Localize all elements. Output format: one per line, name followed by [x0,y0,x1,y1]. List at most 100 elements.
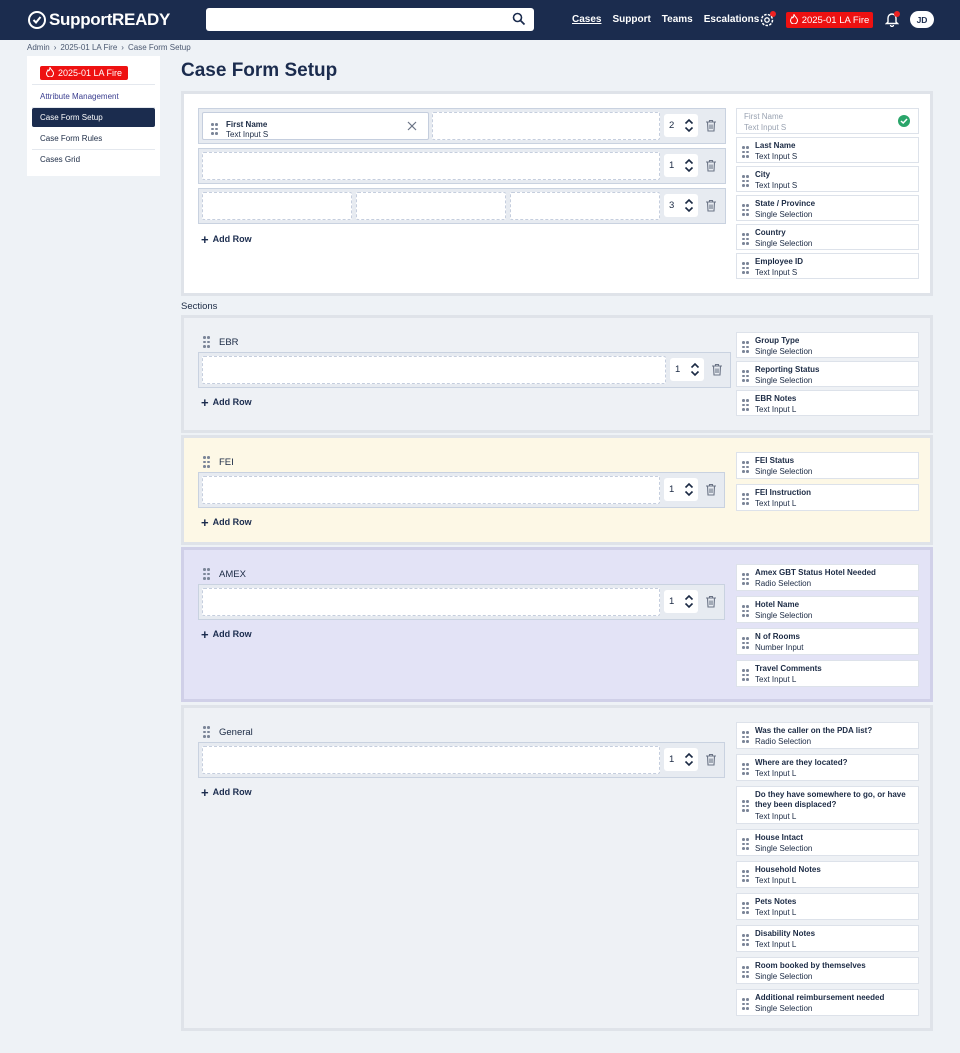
sidebar-item-attribute-management[interactable]: Attribute Management [32,87,155,106]
drag-handle-icon[interactable] [742,399,750,411]
column-count-stepper[interactable]: 1 [670,358,704,381]
column-count-stepper[interactable]: 1 [664,478,698,501]
user-avatar[interactable]: JD [910,11,934,28]
column-count-stepper[interactable]: 1 [664,154,698,177]
drag-handle-icon[interactable] [742,341,750,353]
available-field[interactable]: FEI Instruction Text Input L [736,484,919,511]
empty-slot[interactable] [202,476,660,504]
drag-handle-icon[interactable] [742,998,750,1010]
sidebar-item-case-form-rules[interactable]: Case Form Rules [32,129,155,148]
column-count-stepper[interactable]: 1 [664,748,698,771]
empty-slot[interactable] [202,588,660,616]
drag-handle-icon[interactable] [203,336,211,348]
drag-handle-icon[interactable] [742,493,750,505]
trash-icon[interactable] [711,363,723,378]
field-slot[interactable]: First Name Text Input S [202,112,429,140]
drag-handle-icon[interactable] [742,370,750,382]
available-field[interactable]: Reporting Status Single Selection [736,361,919,387]
available-field[interactable]: Disability Notes Text Input L [736,925,919,952]
section-title[interactable]: EBR [219,337,239,348]
search-icon[interactable] [512,12,526,28]
available-field[interactable]: House Intact Single Selection [736,829,919,856]
form-row[interactable]: 1 [198,742,725,778]
drag-handle-icon[interactable] [742,902,750,914]
form-row[interactable]: First Name Text Input S 2 [198,108,726,144]
empty-slot[interactable] [202,356,666,384]
trash-icon[interactable] [705,159,717,174]
add-row-button[interactable]: + Add Row [201,233,252,246]
sidebar-event-badge[interactable]: 2025-01 LA Fire [40,65,128,80]
drag-handle-icon[interactable] [742,461,750,473]
add-row-button[interactable]: + Add Row [201,396,252,409]
drag-handle-icon[interactable] [742,146,750,158]
section-title[interactable]: FEI [219,457,234,468]
available-field[interactable]: Country Single Selection [736,224,919,250]
nav-support[interactable]: Support [612,14,650,25]
drag-handle-icon[interactable] [211,123,219,135]
drag-handle-icon[interactable] [742,800,750,812]
drag-handle-icon[interactable] [742,175,750,187]
add-row-button[interactable]: + Add Row [201,628,252,641]
empty-slot[interactable] [202,192,352,220]
trash-icon[interactable] [705,199,717,214]
drag-handle-icon[interactable] [742,573,750,585]
available-field[interactable]: Was the caller on the PDA list? Radio Se… [736,722,919,749]
drag-handle-icon[interactable] [742,934,750,946]
available-field[interactable]: Last Name Text Input S [736,137,919,163]
add-row-button[interactable]: + Add Row [201,786,252,799]
drag-handle-icon[interactable] [742,966,750,978]
available-field[interactable]: Household Notes Text Input L [736,861,919,888]
drag-handle-icon[interactable] [742,262,750,274]
drag-handle-icon[interactable] [742,763,750,775]
form-row[interactable]: 1 [198,352,731,388]
available-field[interactable]: Do they have somewhere to go, or have th… [736,786,919,824]
empty-slot[interactable] [510,192,660,220]
drag-handle-icon[interactable] [742,838,750,850]
available-field[interactable]: Amex GBT Status Hotel Needed Radio Selec… [736,564,919,591]
gear-icon[interactable] [759,12,775,30]
available-field[interactable]: State / Province Single Selection [736,195,919,221]
drag-handle-icon[interactable] [203,568,211,580]
empty-slot[interactable] [356,192,506,220]
trash-icon[interactable] [705,119,717,134]
available-field[interactable]: FEI Status Single Selection [736,452,919,479]
form-row[interactable]: 1 [198,584,725,620]
add-row-button[interactable]: + Add Row [201,516,252,529]
form-row[interactable]: 1 [198,472,725,508]
drag-handle-icon[interactable] [203,456,211,468]
nav-cases[interactable]: Cases [572,14,601,25]
column-count-stepper[interactable]: 3 [664,194,698,217]
drag-handle-icon[interactable] [742,233,750,245]
close-icon[interactable] [407,121,417,133]
drag-handle-icon[interactable] [742,204,750,216]
empty-slot[interactable] [202,746,660,774]
form-row[interactable]: 1 [198,148,726,184]
available-field[interactable]: Hotel Name Single Selection [736,596,919,623]
empty-slot[interactable] [432,112,660,140]
available-field[interactable]: Travel Comments Text Input L [736,660,919,687]
available-field[interactable]: Where are they located? Text Input L [736,754,919,781]
breadcrumb-admin[interactable]: Admin [27,43,50,52]
drag-handle-icon[interactable] [742,870,750,882]
available-field[interactable]: Pets Notes Text Input L [736,893,919,920]
sidebar-item-case-form-setup[interactable]: Case Form Setup [32,108,155,127]
available-field[interactable]: Group Type Single Selection [736,332,919,358]
drag-handle-icon[interactable] [742,731,750,743]
available-field[interactable]: Room booked by themselves Single Selecti… [736,957,919,984]
drag-handle-icon[interactable] [742,637,750,649]
section-title[interactable]: AMEX [219,569,246,580]
available-field[interactable]: Employee ID Text Input S [736,253,919,279]
column-count-stepper[interactable]: 2 [664,114,698,137]
trash-icon[interactable] [705,595,717,610]
drag-handle-icon[interactable] [203,726,211,738]
trash-icon[interactable] [705,753,717,768]
search-input[interactable] [206,8,534,31]
available-field[interactable]: EBR Notes Text Input L [736,390,919,416]
trash-icon[interactable] [705,483,717,498]
breadcrumb-event[interactable]: 2025-01 LA Fire [60,43,117,52]
column-count-stepper[interactable]: 1 [664,590,698,613]
event-selector[interactable]: 2025-01 LA Fire [786,12,873,28]
form-row[interactable]: 3 [198,188,726,224]
app-logo[interactable]: SupportREADY [28,10,170,30]
empty-slot[interactable] [202,152,660,180]
